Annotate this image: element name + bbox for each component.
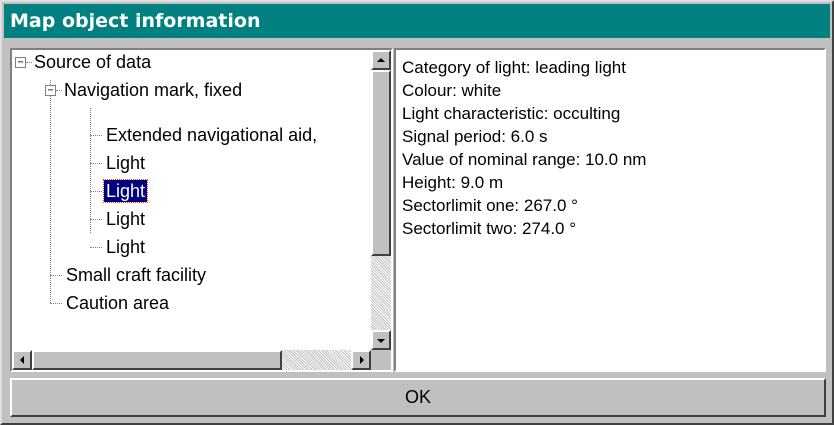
arrow-left-icon xyxy=(20,356,24,364)
tree-node-small-craft-facility[interactable]: Small craft facility xyxy=(64,261,208,289)
scroll-right-button[interactable] xyxy=(351,350,371,370)
tree-connector-line xyxy=(90,191,102,192)
tree-node-label: Navigation mark, fixed xyxy=(64,80,243,100)
arrow-right-icon xyxy=(360,356,364,364)
object-tree[interactable]: − Source of data − Navigation mark, fixe… xyxy=(12,50,371,350)
tree-node-light[interactable]: Light xyxy=(104,205,147,233)
detail-line: Sectorlimit two: 274.0 ° xyxy=(402,219,577,238)
detail-line: Signal period: 6.0 s xyxy=(402,127,548,146)
window-title: Map object information xyxy=(4,4,830,38)
tree-node-navigation-mark[interactable]: Navigation mark, fixed xyxy=(62,76,244,104)
detail-line: Value of nominal range: 10.0 nm xyxy=(402,150,647,169)
tree-node-light-selected[interactable]: Light xyxy=(102,177,149,205)
scroll-down-button[interactable] xyxy=(371,330,391,350)
scroll-thumb[interactable] xyxy=(371,70,391,256)
tree-node-light[interactable]: Light xyxy=(104,149,147,177)
tree-node-light[interactable]: Light xyxy=(104,233,147,261)
scroll-thumb[interactable] xyxy=(32,350,282,370)
map-object-info-window: Map object information − Source of data … xyxy=(0,0,834,425)
tree-connector-line xyxy=(90,247,102,248)
object-tree-pane: − Source of data − Navigation mark, fixe… xyxy=(10,48,393,372)
arrow-down-icon xyxy=(377,339,385,343)
detail-line: Light characteristic: occulting xyxy=(402,104,621,123)
tree-node-label: Source of data xyxy=(34,52,152,72)
collapse-icon[interactable]: − xyxy=(45,85,56,96)
tree-connector-line xyxy=(50,275,62,276)
detail-line: Sectorlimit one: 267.0 ° xyxy=(402,196,578,215)
tree-connector-line xyxy=(50,80,51,303)
tree-node-label: Light xyxy=(106,209,146,229)
ok-button[interactable]: OK xyxy=(10,378,826,417)
scrollbar-corner xyxy=(371,350,391,370)
tree-horizontal-scrollbar[interactable] xyxy=(12,350,371,370)
detail-line: Height: 9.0 m xyxy=(402,173,504,192)
tree-connector-line xyxy=(50,303,62,304)
tree-connector-line xyxy=(90,135,102,136)
tree-node-caution-area[interactable]: Caution area xyxy=(64,289,171,317)
tree-node-label: Extended navigational aid, xyxy=(106,125,318,145)
tree-node-extended-aid[interactable]: Extended navigational aid, xyxy=(104,121,319,149)
tree-node-label: Caution area xyxy=(66,293,170,313)
collapse-icon[interactable]: − xyxy=(15,57,26,68)
tree-node-source-of-data[interactable]: Source of data xyxy=(32,50,153,76)
detail-line: Category of light: leading light xyxy=(402,58,626,77)
scroll-up-button[interactable] xyxy=(371,50,391,70)
tree-node-label: Small craft facility xyxy=(66,265,207,285)
tree-connector-line xyxy=(90,163,102,164)
detail-line: Colour: white xyxy=(402,81,502,100)
scroll-left-button[interactable] xyxy=(12,350,32,370)
object-details-pane: Category of light: leading light Colour:… xyxy=(394,48,826,372)
arrow-up-icon xyxy=(377,58,385,62)
tree-node-label: Light xyxy=(102,179,149,203)
tree-vertical-scrollbar[interactable] xyxy=(371,50,391,350)
tree-node-label: Light xyxy=(106,153,146,173)
tree-connector-line xyxy=(90,108,91,233)
tree-node-label: Light xyxy=(106,237,146,257)
tree-connector-line xyxy=(90,219,102,220)
